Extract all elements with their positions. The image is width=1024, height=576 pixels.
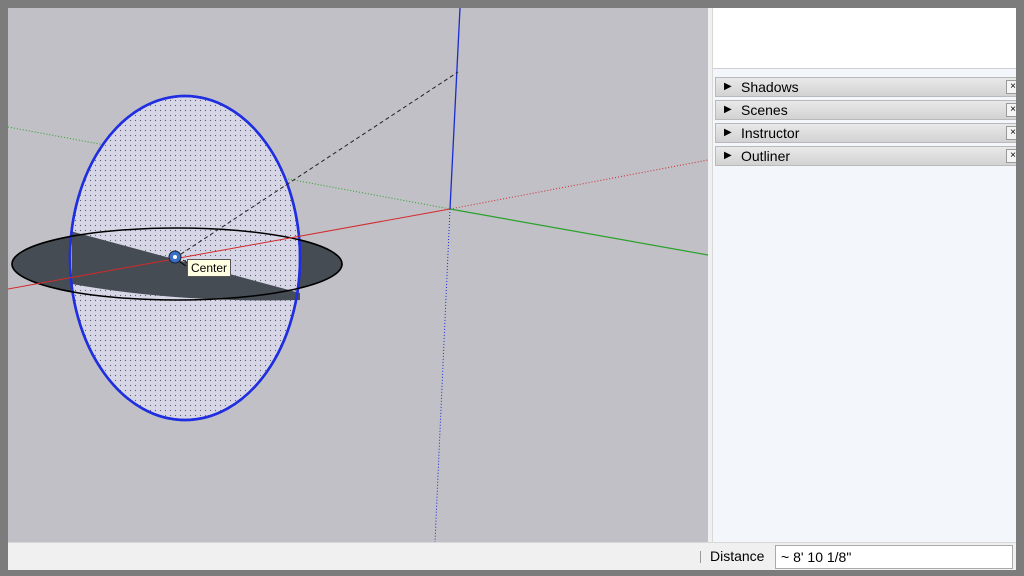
center-tooltip: Center	[187, 259, 232, 277]
model-canvas[interactable]	[8, 8, 708, 542]
status-bar: Distance ~ 8' 10 1/8"	[8, 542, 1016, 570]
default-tray-panel: ▶ Shadows × ▶ Scenes × ▶ Instructor × ▶ …	[712, 8, 1016, 542]
tray-outliner[interactable]: ▶ Outliner ×	[715, 146, 1016, 166]
triangle-right-icon[interactable]: ▶	[724, 81, 732, 93]
triangle-right-icon[interactable]: ▶	[724, 150, 732, 162]
triangle-right-icon[interactable]: ▶	[724, 104, 732, 116]
app-window: Center ▶ Shadows × ▶ Scenes × ▶ Instruct…	[8, 8, 1016, 570]
tray-instructor[interactable]: ▶ Instructor ×	[715, 123, 1016, 143]
measurement-label: Distance	[710, 548, 765, 564]
tray-blank-area	[713, 8, 1016, 69]
tray-scenes[interactable]: ▶ Scenes ×	[715, 100, 1016, 120]
measurement-input[interactable]: ~ 8' 10 1/8"	[775, 545, 1013, 569]
close-icon[interactable]: ×	[1006, 126, 1016, 140]
green-axis	[449, 208, 708, 256]
close-icon[interactable]: ×	[1006, 149, 1016, 163]
tray-shadows[interactable]: ▶ Shadows ×	[715, 77, 1016, 97]
blue-axis-dotted	[434, 208, 451, 542]
close-icon[interactable]: ×	[1006, 103, 1016, 117]
tray-label[interactable]: Shadows	[741, 79, 799, 96]
red-axis-dotted	[449, 159, 708, 210]
tray-label[interactable]: Outliner	[741, 148, 790, 165]
blue-axis	[449, 8, 461, 210]
close-icon[interactable]: ×	[1006, 80, 1016, 94]
tray-label[interactable]: Instructor	[741, 125, 799, 142]
triangle-right-icon[interactable]: ▶	[724, 127, 732, 139]
drawing-viewport[interactable]: Center	[8, 8, 708, 542]
tray-label[interactable]: Scenes	[741, 102, 788, 119]
status-separator	[700, 551, 701, 563]
